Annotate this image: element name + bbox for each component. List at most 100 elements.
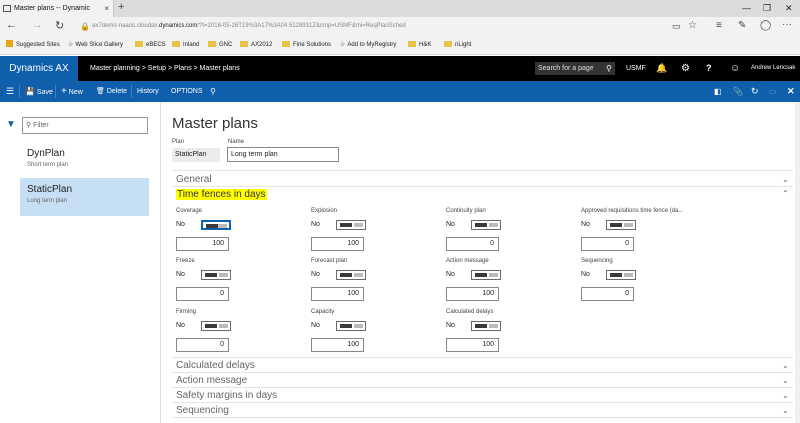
company-selector[interactable]: USMF <box>626 56 646 81</box>
favorite-inland[interactable]: Inland <box>172 36 199 55</box>
explosion-days-input[interactable]: 100 <box>311 237 364 251</box>
search-icon[interactable]: ⚲ <box>210 81 216 102</box>
scrollbar[interactable] <box>795 102 800 423</box>
history-button[interactable]: History <box>137 81 159 102</box>
favorite-fine-solutions[interactable]: Fine Solutions <box>282 36 331 55</box>
list-item-staticplan[interactable]: StaticPlan Long term plan <box>20 178 149 216</box>
name-field[interactable]: Long term plan <box>227 147 339 162</box>
office-icon[interactable]: ◧ <box>714 81 722 102</box>
search-input[interactable]: Search for a page <box>535 62 615 75</box>
coverage-days-input[interactable]: 100 <box>176 237 229 251</box>
app-brand[interactable]: Dynamics AX <box>0 56 78 81</box>
chevron-down-icon[interactable]: ⌄ <box>782 361 789 370</box>
firming-days-input[interactable]: 0 <box>176 338 229 352</box>
section-divider <box>172 387 793 388</box>
favorite-ebecs[interactable]: eBECS <box>135 36 166 55</box>
continuity-plan-toggle[interactable] <box>471 220 501 230</box>
list-item-name: DynPlan <box>27 148 65 159</box>
freeze-days-input[interactable]: 0 <box>176 287 229 301</box>
folder-icon <box>240 41 248 47</box>
favorite-suggested-sites[interactable]: Suggested Sites <box>6 36 60 55</box>
approved-requisitions-toggle[interactable] <box>606 220 636 230</box>
chevron-down-icon[interactable]: ⌄ <box>782 406 789 415</box>
filter-input[interactable]: ⚲ Filter <box>22 117 148 134</box>
freeze-toggle[interactable] <box>201 270 231 280</box>
action-message-days-input[interactable]: 100 <box>446 287 499 301</box>
filter-funnel-icon[interactable]: ▼ <box>6 119 16 130</box>
capacity-toggle[interactable] <box>336 321 366 331</box>
new-button[interactable]: + New <box>61 81 83 103</box>
options-button[interactable]: OPTIONS <box>171 81 203 102</box>
list-item-dynplan[interactable]: DynPlan Short term plan <box>20 142 149 180</box>
search-icon[interactable]: ⚲ <box>606 56 612 81</box>
open-new-window-icon[interactable]: ▭ <box>769 81 777 102</box>
list-item-description: Short term plan <box>27 162 69 168</box>
delete-button[interactable]: 🗑 Delete <box>96 81 127 102</box>
continuity-plan-days-input[interactable]: 0 <box>446 237 499 251</box>
favorite-nlight[interactable]: nLight <box>444 36 471 55</box>
close-form-icon[interactable]: ✕ <box>787 81 795 102</box>
close-window-icon[interactable]: ✕ <box>785 3 793 14</box>
calculated-delays-section-header[interactable]: Calculated delays <box>176 360 255 371</box>
favorite-hk[interactable]: H&K <box>408 36 431 55</box>
capacity-days-input[interactable]: 100 <box>311 338 364 352</box>
forward-arrow-icon[interactable]: → <box>32 19 43 31</box>
safety-margins-section-header[interactable]: Safety margins in days <box>176 390 277 401</box>
chevron-up-icon[interactable]: ⌃ <box>782 189 789 198</box>
notification-bell-icon[interactable]: 🔔 <box>656 56 667 81</box>
favorite-ax2012[interactable]: AX2012 <box>240 36 272 55</box>
browser-tab[interactable]: Master plans -- Dynamic × <box>0 0 114 17</box>
favorite-add-to-myregistry[interactable]: ☆ Add to MyRegistry <box>340 36 396 55</box>
time-fences-section-header[interactable]: Time fences in days <box>176 189 267 200</box>
action-message-section-header[interactable]: Action message <box>176 375 247 386</box>
refresh-icon[interactable]: ↻ <box>751 81 759 102</box>
web-note-icon[interactable]: ✎ <box>738 20 746 31</box>
hub-icon[interactable]: ≡ <box>716 20 722 31</box>
star-icon: ☆ <box>340 42 346 48</box>
forecast-plan-days-input[interactable]: 100 <box>311 287 364 301</box>
list-item-name: StaticPlan <box>27 184 73 195</box>
help-icon[interactable]: ? <box>706 56 712 81</box>
sequencing-section-header[interactable]: Sequencing <box>176 405 229 416</box>
chevron-down-icon[interactable]: ⌄ <box>782 376 789 385</box>
attachment-icon[interactable]: 📎 <box>733 81 743 102</box>
chevron-down-icon[interactable]: ⌄ <box>782 391 789 400</box>
sequencing-toggle[interactable] <box>606 270 636 280</box>
coverage-toggle[interactable] <box>201 220 231 230</box>
firming-toggle[interactable] <box>201 321 231 331</box>
action-message-toggle[interactable] <box>471 270 501 280</box>
settings-gear-icon[interactable]: ⚙ <box>681 56 690 81</box>
reading-view-icon[interactable]: ▭ <box>672 21 681 32</box>
calculated-delays-days-input[interactable]: 100 <box>446 338 499 352</box>
explosion-toggle[interactable] <box>336 220 366 230</box>
general-section-header[interactable]: General <box>176 174 212 185</box>
minimize-icon[interactable]: — <box>742 3 751 13</box>
forecast-plan-toggle[interactable] <box>336 270 366 280</box>
user-avatar-icon[interactable]: ☺ <box>730 56 740 81</box>
favorite-web-slice-gallery[interactable]: ☆ Web Slice Gallery <box>68 36 123 55</box>
save-button[interactable]: 💾 Save <box>25 81 53 103</box>
user-name[interactable]: Andrew Lencsak <box>751 56 795 81</box>
favorite-star-icon[interactable]: ☆ <box>688 20 697 31</box>
url-field[interactable]: ax7demo-naaos.cloudax.dynamics.com/?t=20… <box>92 17 406 36</box>
firming-label: Firming <box>176 309 197 315</box>
share-icon[interactable]: ◯ <box>760 20 771 31</box>
favorite-gnc[interactable]: GNC <box>208 36 232 55</box>
close-tab-icon[interactable]: × <box>104 0 109 17</box>
chevron-down-icon[interactable]: ⌄ <box>782 175 789 184</box>
calculated-delays-toggle[interactable] <box>471 321 501 331</box>
new-tab-button[interactable]: + <box>118 1 124 13</box>
url-path: /?t=2016-05-26T19%3A17%3A04.5128931Z&cmp… <box>197 23 406 29</box>
back-arrow-icon[interactable]: ← <box>6 19 17 31</box>
favorite-label: Inland <box>183 42 200 48</box>
refresh-icon[interactable]: ↻ <box>55 19 64 32</box>
maximize-icon[interactable]: ❐ <box>763 3 771 14</box>
more-icon[interactable]: ··· <box>782 19 792 30</box>
folder-icon <box>208 41 216 47</box>
nav-menu-icon[interactable]: ☰ <box>6 81 14 102</box>
breadcrumb[interactable]: Master planning > Setup > Plans > Master… <box>90 56 240 81</box>
continuity-plan-label: Continuity plan <box>446 208 486 214</box>
approved-requisitions-days-input[interactable]: 0 <box>581 237 634 251</box>
favorite-label: Web Slice Gallery <box>75 42 123 48</box>
sequencing-days-input[interactable]: 0 <box>581 287 634 301</box>
